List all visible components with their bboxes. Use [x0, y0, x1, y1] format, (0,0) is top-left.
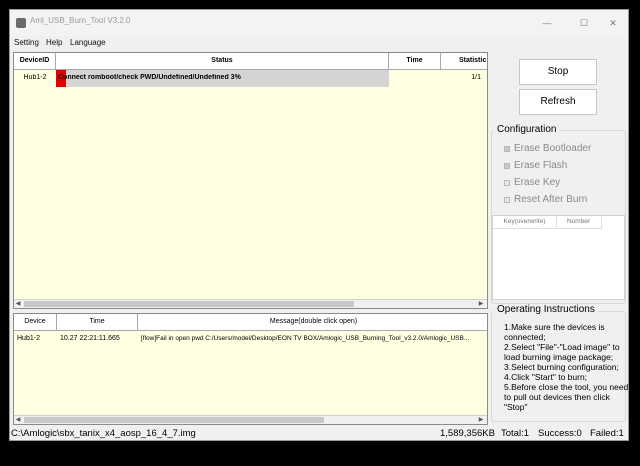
- log-hscrollbar[interactable]: ◀ ▶: [14, 415, 487, 424]
- col-statistic[interactable]: Statistic: [441, 53, 487, 70]
- refresh-button[interactable]: Refresh: [519, 89, 597, 115]
- image-size: 1,589,356KB: [440, 428, 495, 439]
- row-device-id: Hub1-2: [23, 74, 47, 81]
- erase-key-checkbox[interactable]: Erase Key: [504, 177, 624, 188]
- window-title: Aml_USB_Burn_Tool V3.2.0: [30, 16, 131, 25]
- erase-flash-checkbox[interactable]: Erase Flash: [504, 160, 624, 171]
- menu-help[interactable]: Help: [46, 38, 62, 47]
- log-row[interactable]: Hub1-2 10.27 22:21:11.665 [flow]Fail in …: [14, 331, 487, 347]
- erase-bootloader-checkbox[interactable]: Erase Bootloader: [504, 143, 624, 154]
- scroll-left-icon[interactable]: ◀: [14, 417, 22, 424]
- device-hscrollbar[interactable]: ◀ ▶: [14, 299, 487, 308]
- scroll-right-icon[interactable]: ▶: [477, 417, 485, 424]
- checkbox-icon: [504, 196, 510, 203]
- menu-setting[interactable]: Setting: [14, 38, 39, 47]
- failed-count: Failed:1: [590, 428, 624, 439]
- checkbox-icon: [504, 179, 510, 186]
- row-status-text: Connect romboot/check PWD/Undefined/Unde…: [58, 74, 241, 81]
- col-message[interactable]: Message(double click open): [138, 314, 487, 331]
- col-time[interactable]: Time: [389, 53, 441, 70]
- col-device[interactable]: Device: [14, 314, 57, 331]
- col-deviceid[interactable]: DeviceID: [14, 53, 56, 70]
- col-number[interactable]: Number: [556, 216, 602, 229]
- scroll-left-icon[interactable]: ◀: [14, 301, 22, 308]
- menu-bar: Setting Help Language: [10, 37, 628, 51]
- menu-language[interactable]: Language: [70, 38, 106, 47]
- instructions-title: Operating Instructions: [494, 304, 598, 315]
- scroll-thumb[interactable]: [24, 417, 324, 423]
- log-message: [flow]Fail in open pwd C:/Users/model/De…: [141, 335, 470, 342]
- log-device: Hub1-2: [17, 335, 40, 342]
- log-time: 10.27 22:21:11.665: [60, 335, 120, 342]
- total-count: Total:1: [501, 428, 529, 439]
- device-table: DeviceID Status Time Statistic Hub1-2 Co…: [13, 52, 488, 309]
- table-row[interactable]: Hub1-2 Connect romboot/check PWD/Undefin…: [14, 70, 487, 88]
- col-status[interactable]: Status: [56, 53, 389, 70]
- app-icon: [16, 18, 26, 28]
- minimize-button[interactable]: —: [530, 10, 564, 36]
- status-bar: C:\Amlogic\sbx_tanix_x4_aosp_16_4_7.img …: [10, 426, 628, 440]
- app-window: Aml_USB_Burn_Tool V3.2.0 — ☐ ✕ Setting H…: [9, 9, 629, 441]
- stop-button[interactable]: Stop: [519, 59, 597, 85]
- scroll-right-icon[interactable]: ▶: [477, 301, 485, 308]
- instructions-text: 1.Make sure the devices is connected; 2.…: [504, 322, 629, 412]
- checkbox-checked-icon: [504, 145, 510, 152]
- close-button[interactable]: ✕: [596, 10, 628, 36]
- success-count: Success:0: [538, 428, 582, 439]
- log-table: Device Time Message(double click open) H…: [13, 313, 488, 425]
- row-statistic: 1/1: [471, 74, 481, 81]
- title-bar: Aml_USB_Burn_Tool V3.2.0 — ☐ ✕: [10, 10, 628, 36]
- col-log-time[interactable]: Time: [57, 314, 138, 331]
- scroll-thumb[interactable]: [24, 301, 354, 307]
- configuration-title: Configuration: [494, 124, 560, 135]
- key-list[interactable]: Key(overwrite) Number: [492, 215, 625, 300]
- status-cell: Connect romboot/check PWD/Undefined/Unde…: [56, 70, 389, 87]
- image-path: C:\Amlogic\sbx_tanix_x4_aosp_16_4_7.img: [11, 428, 196, 439]
- col-key-overwrite[interactable]: Key(overwrite): [493, 216, 557, 229]
- reset-after-burn-checkbox[interactable]: Reset After Burn: [504, 194, 624, 205]
- checkbox-checked-icon: [504, 162, 510, 169]
